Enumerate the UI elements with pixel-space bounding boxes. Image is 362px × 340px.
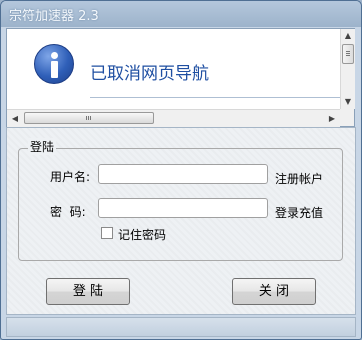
scroll-left-arrow-icon[interactable]: ◀ [8,112,22,126]
status-bar [6,317,356,337]
close-button[interactable]: 关 闭 [232,278,316,305]
password-input[interactable] [98,198,268,218]
navigation-cancelled-message: 已取消网页导航 [90,64,209,84]
username-input[interactable] [98,164,268,184]
remember-password-label[interactable]: 记住密码 [118,226,166,243]
username-label: 用户名: [50,170,91,184]
password-label: 密 码: [50,205,86,219]
vertical-scrollbar[interactable]: ▲ ▼ [340,29,355,109]
divider-line [90,97,347,98]
scroll-corner [340,109,354,126]
web-view[interactable]: 已取消网页导航 ▲ ▼ ◀ ▶ [6,28,355,127]
vertical-scroll-thumb[interactable] [342,44,354,64]
horizontal-scroll-thumb[interactable] [24,112,154,124]
login-panel: 登陆 用户名: 注册帐户 密 码: 登录充值 记住密码 登 陆 关 闭 [6,127,356,315]
register-account-link[interactable]: 注册帐户 [275,170,323,187]
login-button[interactable]: 登 陆 [46,278,130,305]
login-recharge-link[interactable]: 登录充值 [275,204,323,221]
remember-password-checkbox[interactable] [101,227,113,239]
window-title: 宗符加速器 2.3 [9,9,99,24]
scroll-up-arrow-icon[interactable]: ▲ [341,29,355,43]
title-bar[interactable]: 宗符加速器 2.3 [1,1,361,27]
info-icon [34,44,74,84]
scroll-right-arrow-icon[interactable]: ▶ [325,112,339,126]
app-window: 宗符加速器 2.3 已取消网页导航 ▲ ▼ ◀ ▶ 登陆 用户名: 注册帐户 密… [0,0,362,340]
horizontal-scrollbar[interactable]: ◀ ▶ [7,109,340,127]
login-group-title: 登陆 [28,138,57,155]
scroll-down-arrow-icon[interactable]: ▼ [341,95,355,109]
